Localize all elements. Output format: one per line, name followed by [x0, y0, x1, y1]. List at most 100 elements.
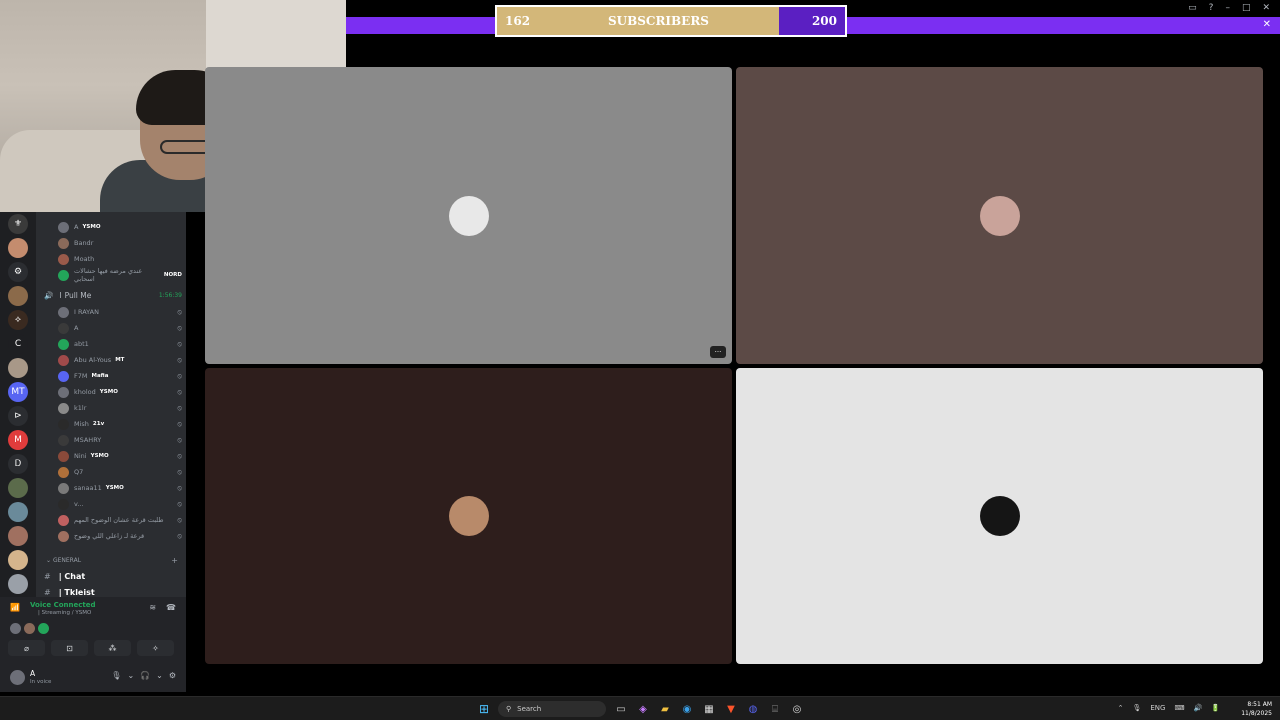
start-icon[interactable]: ⊞: [479, 702, 489, 716]
server-icon[interactable]: ⚜: [8, 214, 28, 234]
user-controls: 🎙 ⌄ 🎧 ⌄ ⚙: [111, 671, 176, 680]
server-icon[interactable]: [8, 550, 28, 570]
taskbar-search[interactable]: ⚲ Search: [498, 701, 606, 717]
server-icon[interactable]: ⊳: [8, 406, 28, 426]
help-icon[interactable]: ?: [1209, 3, 1214, 13]
user-avatar[interactable]: [10, 670, 25, 685]
copilot-icon[interactable]: ◈: [636, 702, 650, 716]
text-channel[interactable]: # | Tkleist: [44, 585, 95, 597]
avatar: [58, 434, 69, 446]
add-channel-icon[interactable]: +: [171, 556, 178, 565]
more-options-icon[interactable]: ···: [710, 346, 726, 358]
disconnect-icon[interactable]: ☎: [166, 603, 176, 612]
terminal-icon[interactable]: ⌸: [768, 702, 782, 716]
tray-item[interactable]: ⌨: [1174, 704, 1184, 712]
voice-member[interactable]: k1lr ⦸: [58, 401, 182, 415]
avatar[interactable]: [10, 623, 21, 634]
noise-suppression-icon[interactable]: ≋: [149, 603, 156, 612]
server-icon[interactable]: C: [8, 334, 28, 354]
avatar: [58, 221, 69, 233]
voice-member-tag: 21v: [92, 421, 105, 427]
voice-member-tag: NORD: [163, 272, 182, 278]
voice-member[interactable]: v... ⦸: [58, 497, 182, 511]
tray-item[interactable]: 🔋: [1211, 704, 1220, 712]
chrome-icon[interactable]: ◎: [790, 702, 804, 716]
voice-member[interactable]: A YSMO: [58, 220, 182, 234]
avatar: [58, 402, 69, 414]
brave-icon[interactable]: ▼: [724, 702, 738, 716]
voice-connected-title[interactable]: Voice Connected: [30, 601, 96, 609]
text-channel-name: | Chat: [58, 571, 86, 581]
voice-channel-timer: 1:56:39: [158, 291, 182, 299]
deafened-icon: ⦸: [177, 499, 182, 508]
soundboard-button[interactable]: ✧: [137, 640, 174, 656]
server-icon[interactable]: [8, 358, 28, 378]
server-icon[interactable]: MT: [8, 382, 28, 402]
server-icon[interactable]: ⟡: [8, 310, 28, 330]
voice-member[interactable]: kholod YSMO ⦸: [58, 385, 182, 399]
voice-member[interactable]: طلبت قرعة عشان الوضوح المهم ⦸: [58, 513, 182, 527]
voice-connected-subtitle[interactable]: | Streaming / YSMO: [38, 610, 91, 616]
video-tile-4[interactable]: [736, 368, 1263, 664]
cast-icon[interactable]: ▭: [1188, 3, 1197, 13]
server-icon[interactable]: [8, 238, 28, 258]
voice-member[interactable]: MSAHRY ⦸: [58, 433, 182, 447]
minimize-button[interactable]: –: [1225, 3, 1230, 13]
video-tile-1[interactable]: ···: [205, 67, 732, 364]
user-name[interactable]: A: [30, 669, 35, 678]
avatar[interactable]: [38, 623, 49, 634]
activities-button[interactable]: ⁂: [94, 640, 131, 656]
server-icon[interactable]: Ꭰ: [8, 454, 28, 474]
maximize-button[interactable]: □: [1242, 3, 1251, 13]
discord-icon[interactable]: ◍: [746, 702, 760, 716]
voice-member[interactable]: abt1 ⦸: [58, 337, 182, 351]
video-tile-3[interactable]: [205, 368, 732, 664]
tray-item[interactable]: ENG: [1150, 704, 1165, 712]
voice-member[interactable]: sanaa11 YSMO ⦸: [58, 481, 182, 495]
microphone-icon[interactable]: 🎙: [111, 671, 121, 680]
voice-member[interactable]: Moath: [58, 252, 182, 266]
headphones-icon[interactable]: 🎧: [140, 671, 150, 680]
server-icon[interactable]: [8, 502, 28, 522]
server-icon[interactable]: [8, 574, 28, 594]
overlay-close-icon[interactable]: ✕: [1263, 19, 1271, 30]
video-tile-2[interactable]: [736, 67, 1263, 364]
close-button[interactable]: ✕: [1262, 3, 1270, 13]
voice-member[interactable]: Nini YSMO ⦸: [58, 449, 182, 463]
server-icon[interactable]: ⚙: [8, 262, 28, 282]
files-icon[interactable]: ▰: [658, 702, 672, 716]
edge-icon[interactable]: ◉: [680, 702, 694, 716]
gear-icon[interactable]: ⚙: [169, 671, 176, 680]
voice-member[interactable]: A ⦸: [58, 321, 182, 335]
voice-member[interactable]: I RAYAN ⦸: [58, 305, 182, 319]
tray-item[interactable]: 🎙: [1132, 704, 1141, 712]
server-icon[interactable]: [8, 478, 28, 498]
server-icon[interactable]: [8, 526, 28, 546]
voice-member[interactable]: Mish 21v ⦸: [58, 417, 182, 431]
tray-item[interactable]: 🔊: [1194, 704, 1203, 712]
voice-member[interactable]: Q7 ⦸: [58, 465, 182, 479]
avatar[interactable]: [24, 623, 35, 634]
voice-member[interactable]: قرعة لـ زاعلي اللي وضوح ⦸: [58, 529, 182, 543]
chevron-down-icon[interactable]: ⌄: [156, 671, 163, 680]
server-icon[interactable]: [8, 286, 28, 306]
voice-member[interactable]: عندي مرضه فيها حشالات اسحابي NORD: [58, 267, 182, 283]
voice-channel-name: Pull Me: [64, 290, 92, 300]
voice-channel-pull-me[interactable]: 🔊 I Pull Me 1:56:39: [44, 289, 182, 301]
task-view-icon[interactable]: ▭: [614, 702, 628, 716]
voice-member[interactable]: Bandr: [58, 236, 182, 250]
avatar: [58, 450, 69, 462]
deafened-icon: ⦸: [177, 323, 182, 332]
taskbar-clock[interactable]: 8:51 AM 11/8/2025: [1241, 700, 1272, 718]
text-channel[interactable]: # | Chat: [44, 569, 85, 583]
category-general[interactable]: ⌄ GENERAL: [46, 557, 81, 564]
server-icon[interactable]: M: [8, 430, 28, 450]
voice-member[interactable]: Abu Al-Yous MT ⦸: [58, 353, 182, 367]
avatar: [58, 498, 69, 510]
voice-member[interactable]: F7M Mafia ⦸: [58, 369, 182, 383]
chevron-down-icon[interactable]: ⌄: [127, 671, 134, 680]
camera-off-button[interactable]: ⌀: [8, 640, 45, 656]
store-icon[interactable]: ▦: [702, 702, 716, 716]
tray-item[interactable]: ⌃: [1118, 704, 1124, 712]
screen-share-button[interactable]: ⊡: [51, 640, 88, 656]
